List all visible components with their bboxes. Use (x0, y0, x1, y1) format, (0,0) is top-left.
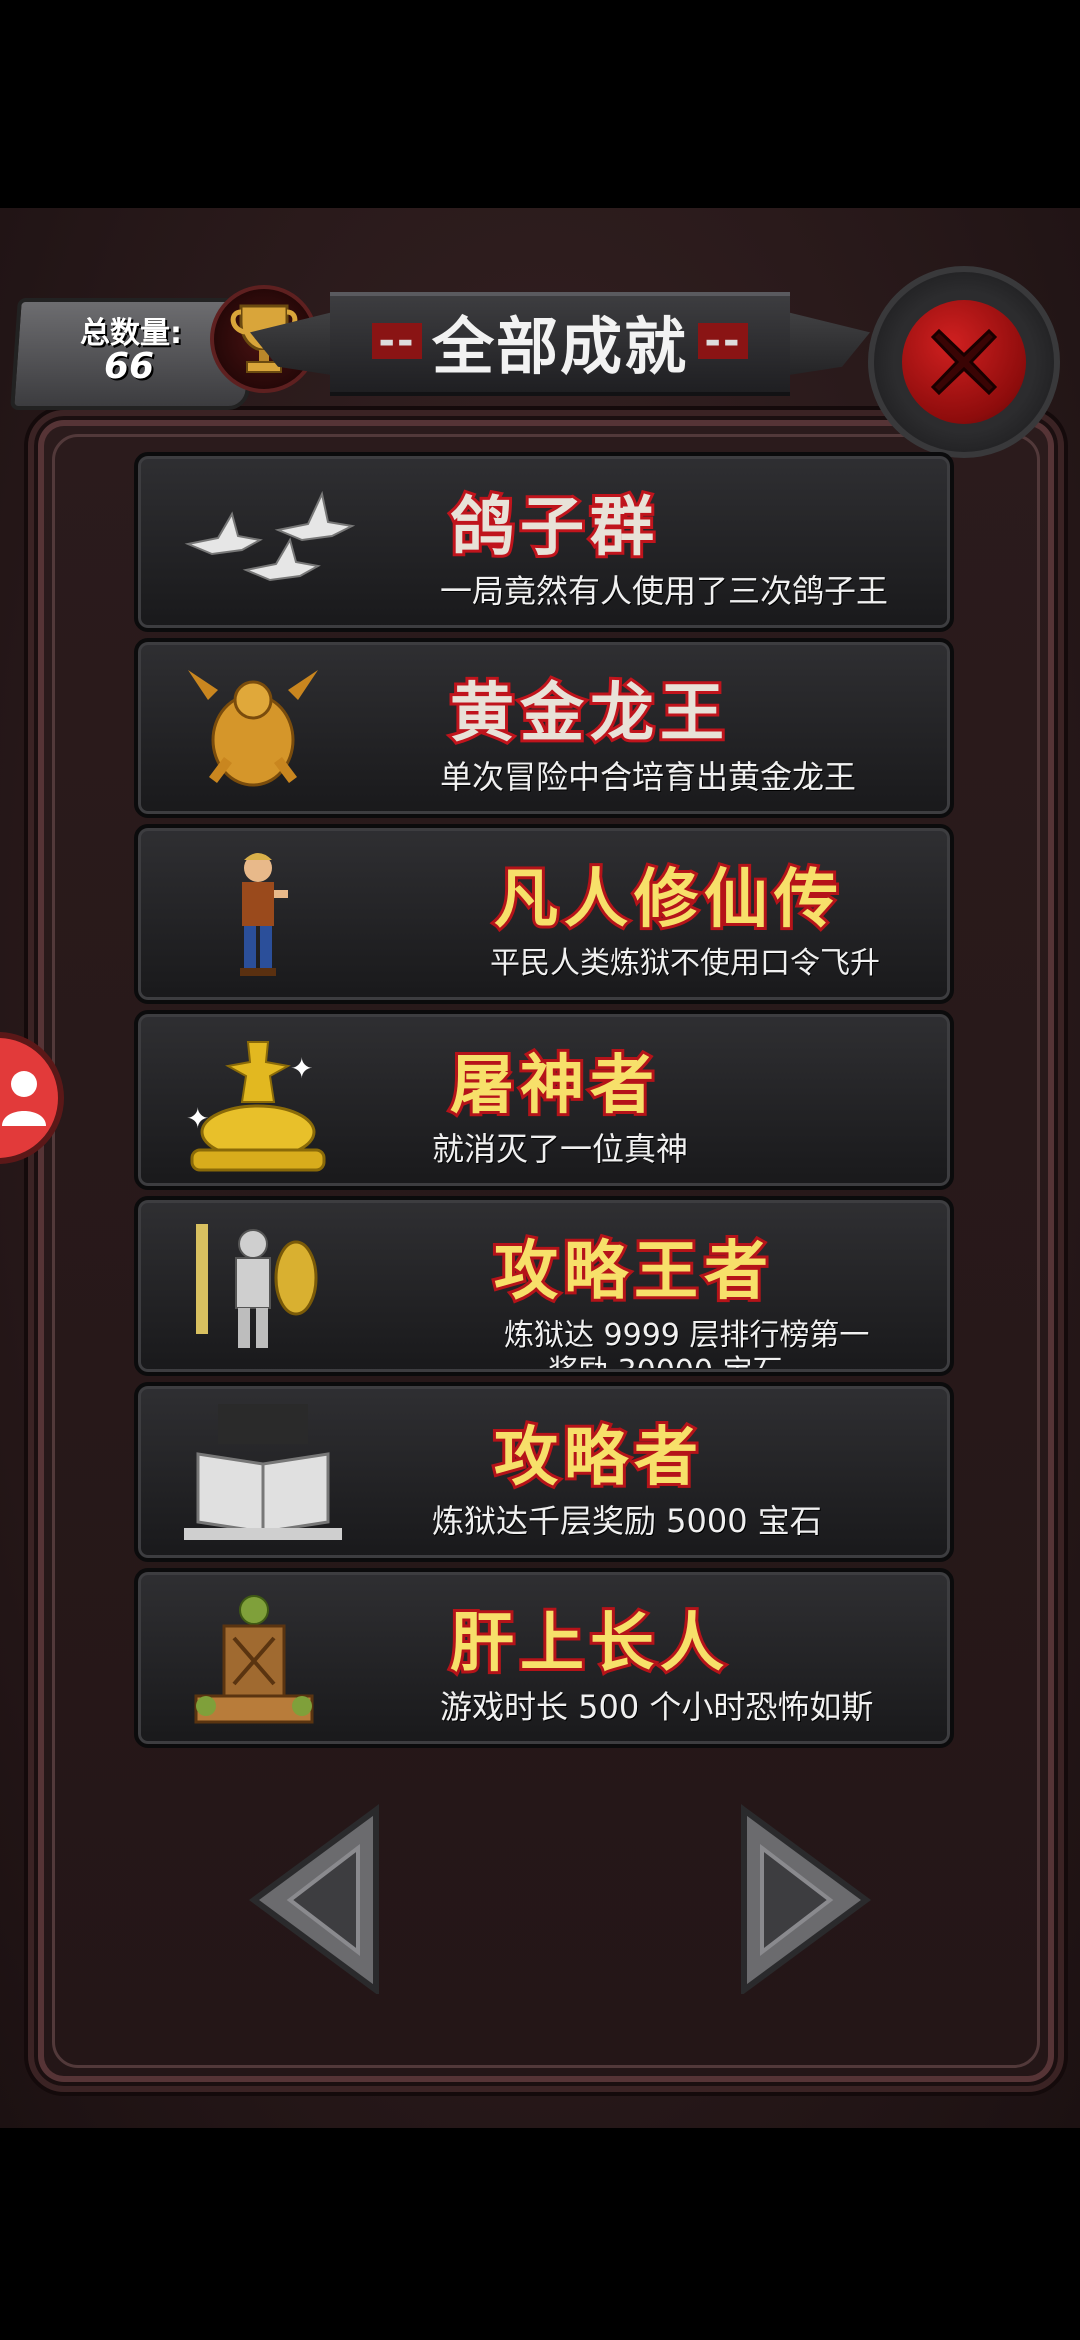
achievement-desc: 就消灭了一位真神 (432, 1130, 689, 1168)
achievement-card[interactable]: 黄金龙王 单次冒险中合培育出黄金龙王 (134, 638, 954, 818)
close-icon (902, 300, 1026, 424)
achievement-title: 攻略王者 (491, 1232, 774, 1312)
achievement-card[interactable]: 攻略者 炼狱达千层奖励 5000 宝石 (134, 1382, 954, 1562)
arrow-left-icon (248, 1804, 379, 1996)
pigeons-icon (178, 474, 356, 614)
arrow-right-icon (741, 1804, 872, 1996)
title-text: 全部成就 (431, 310, 688, 383)
book-icon (178, 1404, 342, 1544)
achievement-list: 鸽子群 一局竟然有人使用了三次鸽子王 黄金龙王 单次冒险中合培育出黄金龙王 凡人… (134, 452, 954, 1754)
achievement-card[interactable]: 鸽子群 一局竟然有人使用了三次鸽子王 (134, 452, 954, 632)
golden-dragon-icon (178, 660, 328, 800)
armored-knight-icon (178, 1218, 328, 1358)
achievement-desc: 平民人类炼狱不使用口令飞升 (490, 946, 880, 981)
achievement-title: 凡人修仙传 (491, 860, 844, 940)
svg-text:✦: ✦ (290, 1052, 313, 1085)
liver-pedestal-icon (178, 1590, 328, 1730)
achievement-desc-secondary: 奖励 30000 宝石 (548, 1346, 783, 1368)
next-page-button[interactable] (724, 1804, 874, 1996)
achievement-card[interactable]: 凡人修仙传 平民人类炼狱不使用口令飞升 (134, 824, 954, 1004)
achievement-title: 攻略者 (491, 1418, 704, 1498)
prev-page-button[interactable] (246, 1804, 396, 1996)
svg-text:✦: ✦ (186, 1102, 209, 1135)
achievement-title: 肝上长人 (447, 1604, 730, 1684)
golden-statue-icon: ✦ ✦ (178, 1032, 328, 1172)
achievement-card[interactable]: 肝上长人 游戏时长 500 个小时恐怖如斯 (134, 1568, 954, 1748)
achievement-desc: 炼狱达千层奖励 5000 宝石 (432, 1502, 822, 1540)
achievement-desc: 单次冒险中合培育出黄金龙王 (440, 758, 857, 796)
title-right-deco: -- (698, 321, 748, 361)
achievement-desc: 一局竟然有人使用了三次鸽子王 (440, 572, 889, 610)
achievement-title: 屠神者 (447, 1046, 660, 1126)
achievement-card[interactable]: ✦ ✦ 屠神者 就消灭了一位真神 (134, 1010, 954, 1190)
title-left-deco: -- (371, 321, 422, 361)
achievement-card[interactable]: 攻略王者 炼狱达 9999 层排行榜第一 奖励 30000 宝石 (134, 1196, 954, 1376)
achievement-desc: 游戏时长 500 个小时恐怖如斯 (440, 1688, 874, 1726)
user-icon (2, 1071, 46, 1126)
page-title: -- 全部成就 -- (330, 298, 790, 384)
villager-icon (178, 846, 328, 986)
achievement-title: 鸽子群 (447, 488, 660, 568)
close-button[interactable] (868, 266, 1060, 458)
total-count-value: 66 (104, 346, 155, 387)
achievement-title: 黄金龙王 (447, 674, 730, 754)
